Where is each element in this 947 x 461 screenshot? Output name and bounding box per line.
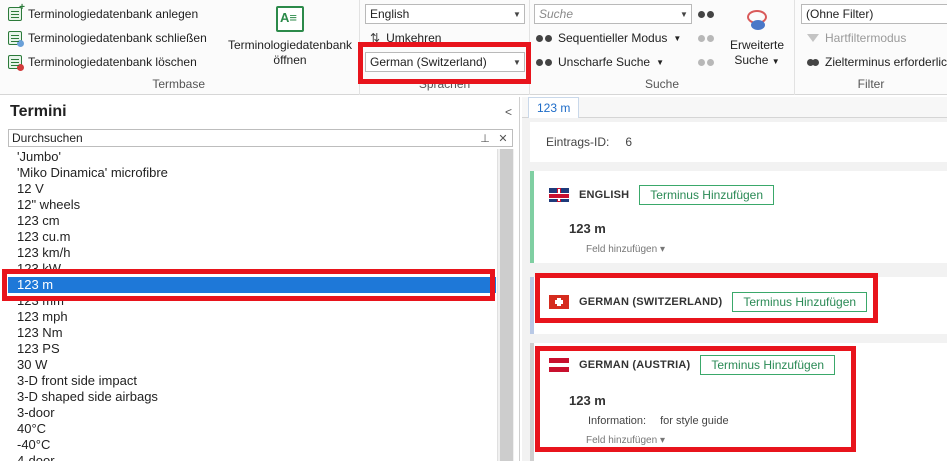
add-term-button-austria[interactable]: Terminus Hinzufügen	[700, 355, 836, 375]
search-group: Suche ▼ Sequentieller Modus ▼ Unscharfe …	[530, 0, 795, 95]
term-list-item[interactable]: 4-door	[8, 453, 496, 461]
target-binoculars-icon	[807, 56, 819, 68]
english-language-label: ENGLISH	[579, 189, 630, 201]
hard-filter-mode-button[interactable]: Hartfiltermodus	[807, 28, 906, 48]
sequential-binoculars-icon	[536, 32, 552, 44]
terms-panel: Termini < Durchsuchen ⊥ ✕ 'Jumbo' 'Miko D…	[0, 97, 520, 461]
swap-languages-button[interactable]: ⇅ Umkehren	[370, 28, 441, 48]
close-termbase-icon	[8, 31, 24, 47]
chevron-down-icon: ▼	[673, 33, 682, 43]
term-list-item[interactable]: 'Miko Dinamica' microfibre	[8, 165, 496, 181]
uk-flag-icon	[549, 188, 569, 202]
binoculars-next-icon[interactable]	[698, 32, 714, 44]
termbase-group-label: Termbase	[152, 77, 205, 91]
target-term-required-button[interactable]: Zielterminus erforderlich	[807, 52, 947, 72]
languages-group-label: Sprachen	[418, 77, 471, 91]
tab-entry[interactable]: 123 m	[528, 97, 580, 118]
close-termbase-button[interactable]: Terminologiedatenbank schließen	[8, 28, 207, 48]
entry-panel: 123 m Eintrags-ID: 6 ENGLISH Terminus Hi…	[522, 97, 947, 461]
terms-panel-title: Termini	[10, 103, 67, 120]
austria-flag-icon	[549, 358, 569, 372]
create-termbase-icon	[8, 2, 25, 21]
chevron-down-icon: ▼	[513, 57, 521, 67]
term-list-item[interactable]: 3-D shaped side airbags	[8, 389, 496, 405]
create-termbase-button[interactable]: Terminologiedatenbank anlegen	[8, 2, 198, 24]
swiss-german-language-label: GERMAN (SWITZERLAND)	[579, 296, 723, 308]
add-term-button-swiss[interactable]: Terminus Hinzufügen	[732, 292, 868, 312]
terms-list[interactable]: 'Jumbo' 'Miko Dinamica' microfibre 12 V 12"…	[8, 149, 496, 461]
termbase-group: Terminologiedatenbank anlegen Terminolog…	[0, 0, 360, 95]
entry-id-label: Eintrags-ID:	[546, 135, 610, 149]
chevron-down-icon: ▼	[771, 57, 780, 66]
entry-id-row: Eintrags-ID: 6	[530, 122, 947, 162]
target-language-select[interactable]: German (Switzerland) ▼	[365, 52, 525, 72]
austrian-german-language-card: GERMAN (AUSTRIA) Terminus Hinzufügen 123…	[530, 343, 947, 461]
english-term-value[interactable]: 123 m	[569, 221, 606, 236]
terms-list-scrollbar[interactable]	[497, 149, 514, 461]
delete-termbase-button[interactable]: Terminologiedatenbank löschen	[8, 52, 197, 72]
term-list-item-selected[interactable]: 123 m	[8, 277, 496, 293]
binoculars-previous-icon[interactable]	[698, 56, 714, 68]
information-value[interactable]: for style guide	[660, 415, 728, 427]
browse-bar: Durchsuchen ⊥ ✕	[8, 129, 513, 147]
binoculars-icon[interactable]	[698, 8, 714, 20]
term-list-item[interactable]: 'Jumbo'	[8, 149, 496, 165]
term-list-item[interactable]: 123 kW	[8, 261, 496, 277]
search-input[interactable]: Suche ▼	[534, 4, 692, 24]
filter-select[interactable]: (Ohne Filter)	[801, 4, 947, 24]
open-termbase-button[interactable]: Terminologiedatenbank öffnen	[222, 6, 358, 68]
close-icon[interactable]: ✕	[494, 132, 512, 145]
languages-group: English ▼ ⇅ Umkehren German (Switzerland…	[360, 0, 530, 95]
entry-tabstrip: 123 m	[522, 97, 947, 118]
swap-arrows-icon: ⇅	[370, 31, 381, 45]
termbase-book-icon	[276, 6, 304, 32]
sequential-mode-button[interactable]: Sequentieller Modus ▼	[536, 28, 681, 48]
swiss-german-language-card: GERMAN (SWITZERLAND) Terminus Hinzufügen	[530, 277, 947, 334]
chevron-down-icon: ▼	[680, 9, 688, 19]
term-list-item[interactable]: 3-D front side impact	[8, 373, 496, 389]
term-list-item[interactable]: -40°C	[8, 437, 496, 453]
ribbon: Terminologiedatenbank anlegen Terminolog…	[0, 0, 947, 95]
entry-id-value: 6	[625, 135, 633, 149]
term-list-item[interactable]: 123 cm	[8, 213, 496, 229]
term-list-item[interactable]: 123 km/h	[8, 245, 496, 261]
extended-search-icon	[743, 6, 771, 32]
filter-group: (Ohne Filter) Hartfiltermodus Zieltermin…	[795, 0, 947, 95]
collapse-panel-chevron-left-icon[interactable]: <	[505, 105, 512, 119]
swiss-flag-icon	[549, 295, 569, 309]
chevron-down-icon: ▼	[513, 9, 521, 19]
fuzzy-binoculars-icon	[536, 56, 552, 68]
english-language-card: ENGLISH Terminus Hinzufügen 123 m Feld h…	[530, 171, 947, 263]
add-term-button-english[interactable]: Terminus Hinzufügen	[639, 185, 775, 205]
information-label: Information:	[588, 415, 647, 427]
term-list-item[interactable]: 12 V	[8, 181, 496, 197]
chevron-down-icon: ▼	[656, 57, 664, 67]
term-list-item[interactable]: 123 mph	[8, 309, 496, 325]
information-field: Information: for style guide	[588, 415, 729, 427]
term-list-item[interactable]: 40°C	[8, 421, 496, 437]
source-language-select[interactable]: English ▼	[365, 4, 525, 24]
funnel-icon	[807, 34, 819, 42]
browse-label: Durchsuchen	[12, 131, 83, 145]
filter-group-label: Filter	[857, 77, 885, 91]
extended-search-button[interactable]: Erweiterte Suche ▼	[722, 6, 792, 69]
term-list-item[interactable]: 123 cu.m	[8, 229, 496, 245]
delete-termbase-icon	[8, 55, 24, 71]
add-field-button-english[interactable]: Feld hinzufügen ▾	[586, 244, 665, 255]
austrian-german-language-label: GERMAN (AUSTRIA)	[579, 359, 691, 371]
term-list-item[interactable]: 3-door	[8, 405, 496, 421]
add-field-button-austria[interactable]: Feld hinzufügen ▾	[586, 435, 665, 446]
term-list-item[interactable]: 12" wheels	[8, 197, 496, 213]
scrollbar-thumb[interactable]	[500, 149, 513, 461]
term-list-item[interactable]: 30 W	[8, 357, 496, 373]
pin-icon[interactable]: ⊥	[476, 132, 494, 145]
term-list-item[interactable]: 123 mm	[8, 293, 496, 309]
fuzzy-search-button[interactable]: Unscharfe Suche ▼	[536, 52, 664, 72]
austrian-term-value[interactable]: 123 m	[569, 393, 606, 408]
term-list-item[interactable]: 123 Nm	[8, 325, 496, 341]
search-group-label: Suche	[644, 77, 680, 91]
term-list-item[interactable]: 123 PS	[8, 341, 496, 357]
